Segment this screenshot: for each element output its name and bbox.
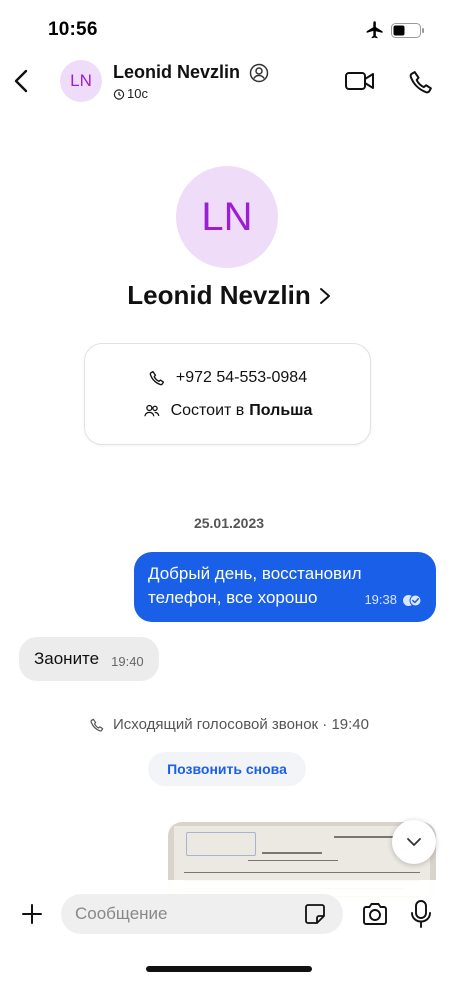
groups-prefix: Состоит в [170,402,245,419]
document-line [262,852,322,854]
phone-icon [149,370,164,386]
message-input[interactable] [61,894,343,934]
message-meta: 19:38 [364,588,422,612]
mic-icon[interactable] [410,899,432,929]
document-line [184,872,420,873]
call-event-text: Исходящий голосовой звонок · 19:40 [113,716,369,733]
contact-name: Leonid Nevzlin [113,62,241,82]
video-call-icon[interactable] [344,68,376,94]
profile-avatar[interactable]: LN [176,166,278,268]
contact-info-card: +972 54-553-0984 Состоит в Польша [84,343,371,445]
groups-row: Состоит в Польша [85,402,370,420]
phone-number: +972 54-553-0984 [175,369,308,386]
sticker-icon[interactable] [303,902,327,926]
outgoing-message[interactable]: Добрый день, восстановил телефон, все хо… [134,552,436,622]
scroll-down-button[interactable] [392,820,436,864]
battery-icon [391,23,424,38]
call-again-button[interactable]: Позвонить снова [148,752,306,786]
incoming-message[interactable]: Заоните 19:40 [19,637,159,681]
chevron-right-icon [319,287,330,304]
disappearing-timer: 10с [113,86,148,101]
message-time: 19:38 [364,592,397,607]
date-separator: 25.01.2023 [193,515,265,531]
group-name: Польша [249,402,313,419]
header-title[interactable]: Leonid Nevzlin [113,62,269,83]
message-time: 19:40 [111,653,144,669]
phone-row: +972 54-553-0984 [85,369,370,387]
message-text: Добрый день, восстановил телефон, все хо… [148,564,362,607]
phone-icon[interactable] [407,68,435,96]
profile-name-link[interactable]: Leonid Nevzlin [0,280,458,311]
chat-header: LN Leonid Nevzlin 10с [0,58,458,108]
read-receipt-icon [403,594,422,606]
plus-icon[interactable] [20,902,44,926]
status-bar: 10:56 [0,0,458,58]
timer-label: 10с [127,86,148,101]
phone-icon [90,718,104,732]
home-indicator[interactable] [146,966,312,972]
back-icon [14,69,28,93]
document-line [248,860,338,861]
profile-name: Leonid Nevzlin [127,280,311,310]
group-icon [143,404,160,417]
call-event: Исходящий голосовой звонок · 19:40 [0,716,458,733]
verified-icon [249,63,269,82]
timer-icon [113,88,125,100]
document-stamp [186,832,256,856]
message-text: Заоните [34,649,100,668]
header-avatar[interactable]: LN [60,60,102,102]
status-time: 10:56 [48,19,98,40]
airplane-icon [366,21,383,39]
back-button[interactable] [8,66,34,96]
chevron-down-icon [407,838,421,846]
camera-icon[interactable] [361,901,389,927]
